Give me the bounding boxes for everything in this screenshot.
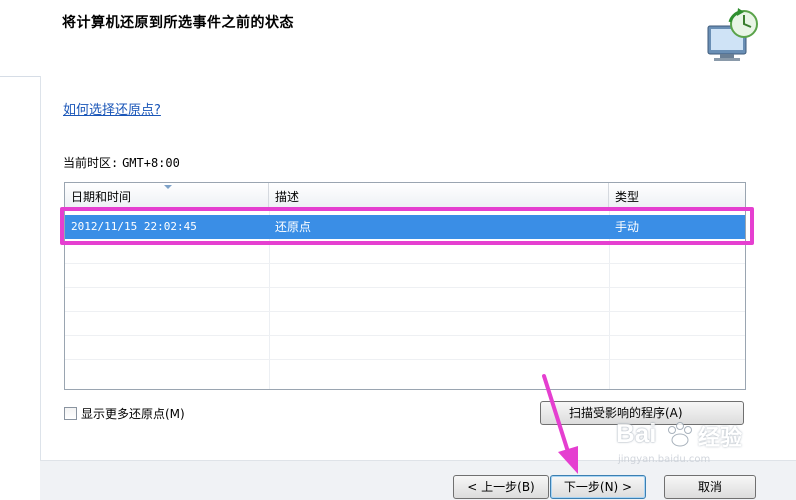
show-more-checkbox[interactable] [64, 407, 77, 420]
timezone-row: 当前时区: GMT+8:00 [63, 154, 180, 171]
watermark-brand: Bai [616, 418, 657, 448]
table-header: 日期和时间 描述 类型 [65, 183, 745, 208]
paw-icon [666, 422, 694, 452]
help-link[interactable]: 如何选择还原点? [63, 99, 161, 118]
watermark-logo: Bai 经验 jingyan.baidu.com [600, 418, 770, 478]
sort-indicator-icon [164, 185, 172, 189]
empty-row [65, 287, 745, 312]
empty-row [65, 263, 745, 288]
watermark-brand-suffix: 经验 [698, 426, 743, 451]
show-more-label: 显示更多还原点(M) [81, 407, 185, 421]
system-restore-icon [700, 6, 764, 66]
empty-row [65, 335, 745, 360]
cancel-button[interactable]: 取消 [664, 475, 756, 499]
timezone-value: GMT+8:00 [122, 156, 180, 170]
annotation-highlight-box [60, 207, 754, 245]
page-title: 将计算机还原到所选事件之前的状态 [62, 15, 294, 31]
timezone-label: 当前时区: [63, 156, 119, 170]
show-more-checkbox-row[interactable]: 显示更多还原点(M) [64, 405, 185, 422]
dialog-header: 将计算机还原到所选事件之前的状态 [0, 0, 796, 77]
watermark-url: jingyan.baidu.com [618, 454, 711, 465]
annotation-arrow-icon [542, 374, 578, 474]
column-header-type[interactable]: 类型 [609, 183, 745, 207]
column-header-description[interactable]: 描述 [269, 183, 609, 207]
empty-row [65, 311, 745, 336]
